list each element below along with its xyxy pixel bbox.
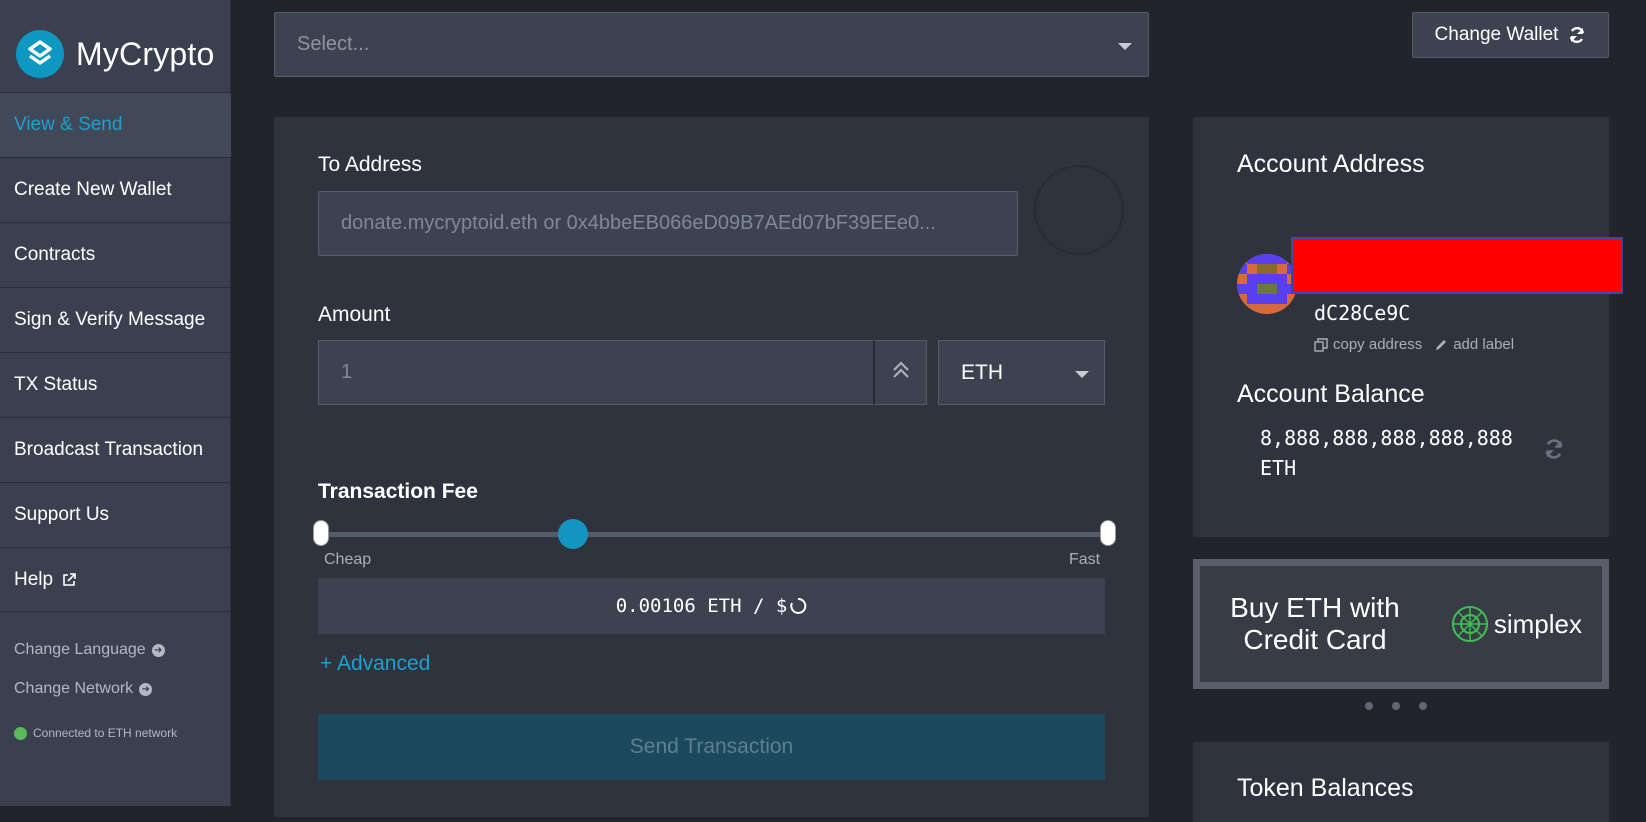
nav-item-label: Contracts bbox=[14, 244, 96, 265]
amount-label: Amount bbox=[318, 303, 391, 326]
fee-value: 0.00106 ETH / $ bbox=[615, 595, 788, 617]
carousel-dot[interactable] bbox=[1365, 702, 1373, 710]
unit-select-value: ETH bbox=[961, 360, 1003, 384]
to-address-input[interactable]: donate.mycryptoid.eth or 0x4bbeEB066eD09… bbox=[318, 191, 1018, 256]
unit-select[interactable]: ETH bbox=[938, 340, 1105, 405]
nav-item-broadcast[interactable]: Broadcast Transaction bbox=[0, 417, 231, 482]
network-status: Connected to ETH network bbox=[14, 726, 177, 740]
nav-item-support[interactable]: Support Us bbox=[0, 482, 231, 547]
fee-slider-track[interactable] bbox=[320, 532, 1106, 537]
nav-item-help[interactable]: Help bbox=[0, 547, 231, 612]
simplex-brand-text: simplex bbox=[1493, 608, 1583, 639]
account-address-tail: dC28Ce9C bbox=[1314, 301, 1411, 325]
main-nav: View & Send Create New Wallet Contracts … bbox=[0, 92, 231, 612]
account-address-title: Account Address bbox=[1237, 150, 1425, 178]
loading-spinner-icon bbox=[789, 597, 807, 615]
amount-input[interactable]: 1 bbox=[318, 340, 874, 405]
carousel-dots bbox=[1365, 702, 1446, 710]
mycrypto-logo-icon bbox=[16, 30, 64, 78]
nav-item-label: View & Send bbox=[14, 114, 123, 135]
sidebar: MyCrypto View & Send Create New Wallet C… bbox=[0, 0, 231, 806]
fee-cheap-label: Cheap bbox=[324, 551, 372, 568]
change-wallet-button[interactable]: Change Wallet bbox=[1412, 12, 1609, 58]
token-balances-title: Token Balances bbox=[1237, 774, 1414, 802]
nav-item-label: Help bbox=[14, 568, 54, 590]
nav-item-label: Create New Wallet bbox=[14, 179, 172, 200]
transaction-fee-title: Transaction Fee bbox=[318, 480, 478, 503]
network-status-text: Connected to ETH network bbox=[33, 726, 178, 740]
status-dot-icon bbox=[14, 726, 27, 740]
copy-address-label: copy address bbox=[1333, 336, 1423, 353]
app-logo[interactable]: MyCrypto bbox=[16, 30, 215, 78]
chevron-down-icon bbox=[1075, 371, 1089, 378]
to-address-label: To Address bbox=[318, 153, 422, 176]
change-language-link[interactable]: Change Language ➜ bbox=[14, 641, 165, 659]
nav-item-label: Support Us bbox=[14, 504, 110, 525]
nav-item-contracts[interactable]: Contracts bbox=[0, 222, 231, 287]
fee-slider-max-cap bbox=[1100, 520, 1116, 546]
address-actions: copy address add label bbox=[1314, 336, 1526, 353]
send-transaction-button[interactable]: Send Transaction bbox=[318, 714, 1105, 780]
nav-item-label: Broadcast Transaction bbox=[14, 439, 204, 460]
wallet-select[interactable]: Select... bbox=[274, 12, 1149, 77]
copy-icon bbox=[1314, 337, 1328, 352]
nav-item-tx-status[interactable]: TX Status bbox=[0, 352, 231, 417]
external-link-icon bbox=[61, 572, 77, 588]
identicon-placeholder bbox=[1034, 165, 1124, 255]
account-identicon bbox=[1237, 254, 1297, 314]
account-balance-value: 8,888,888,888,888,888 ETH bbox=[1260, 426, 1513, 480]
arrow-circle-right-icon: ➜ bbox=[151, 643, 165, 657]
nav-item-label: TX Status bbox=[14, 374, 98, 395]
change-language-label: Change Language bbox=[14, 641, 146, 658]
redacted-address bbox=[1291, 237, 1623, 294]
promo-banner[interactable]: Buy ETH with Credit Card simplex bbox=[1193, 559, 1609, 689]
fee-summary: 0.00106 ETH / $ bbox=[318, 578, 1105, 634]
nav-item-create-wallet[interactable]: Create New Wallet bbox=[0, 157, 231, 222]
pencil-icon bbox=[1436, 339, 1447, 350]
wallet-select-placeholder: Select... bbox=[297, 33, 370, 55]
balance-refresh-icon[interactable] bbox=[1543, 438, 1565, 465]
fee-slider-min-cap bbox=[313, 520, 329, 546]
fee-slider-handle[interactable] bbox=[557, 519, 588, 549]
advanced-toggle[interactable]: + Advanced bbox=[320, 652, 430, 676]
nav-item-sign-verify[interactable]: Sign & Verify Message bbox=[0, 287, 231, 352]
refresh-icon bbox=[1568, 26, 1586, 44]
arrow-circle-right-icon: ➜ bbox=[139, 682, 153, 696]
promo-banner-inner: Buy ETH with Credit Card simplex bbox=[1200, 566, 1602, 682]
simplex-logo-icon bbox=[1451, 606, 1488, 642]
add-label-text: add label bbox=[1453, 336, 1515, 353]
nav-item-view-send[interactable]: View & Send bbox=[0, 92, 231, 157]
app-name: MyCrypto bbox=[76, 35, 215, 72]
fee-fast-label: Fast bbox=[1069, 551, 1101, 568]
copy-address-button[interactable]: copy address bbox=[1314, 336, 1422, 353]
account-balance-title: Account Balance bbox=[1237, 380, 1425, 408]
simplex-logo: simplex bbox=[1450, 604, 1582, 644]
add-label-button[interactable]: add label bbox=[1434, 336, 1514, 353]
chevron-down-icon bbox=[1118, 43, 1132, 50]
send-everything-button[interactable] bbox=[873, 340, 927, 405]
nav-item-label: Sign & Verify Message bbox=[14, 309, 206, 330]
change-network-link[interactable]: Change Network ➜ bbox=[14, 680, 153, 698]
change-network-label: Change Network bbox=[14, 680, 134, 697]
carousel-dot[interactable] bbox=[1392, 702, 1400, 710]
promo-text: Buy ETH with Credit Card bbox=[1230, 592, 1400, 655]
carousel-dot[interactable] bbox=[1419, 702, 1427, 710]
change-wallet-label: Change Wallet bbox=[1434, 24, 1559, 45]
double-chevron-up-icon bbox=[891, 360, 911, 385]
